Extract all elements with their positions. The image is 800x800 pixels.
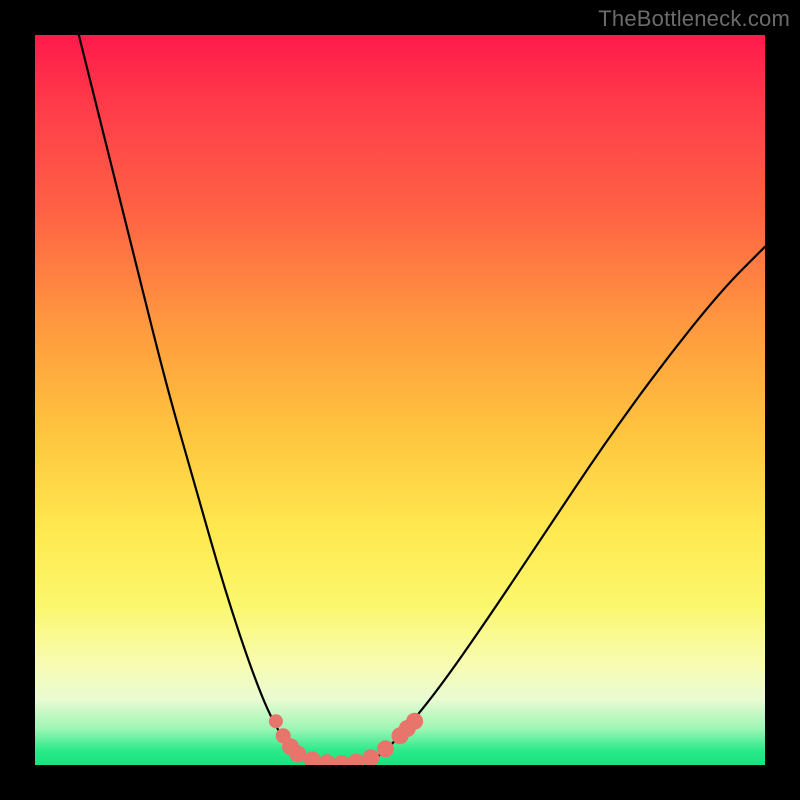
highlight-marker	[406, 713, 423, 730]
highlight-marker	[348, 754, 365, 765]
highlight-marker	[333, 755, 350, 765]
bottleneck-curve	[79, 35, 765, 765]
plot-area	[35, 35, 765, 765]
watermark-text: TheBottleneck.com	[598, 6, 790, 32]
chart-frame: TheBottleneck.com	[0, 0, 800, 800]
highlight-marker	[377, 740, 394, 757]
highlight-marker	[304, 751, 321, 765]
chart-svg	[35, 35, 765, 765]
highlight-marker	[269, 714, 283, 728]
highlight-marker	[289, 746, 306, 763]
highlight-marker	[362, 749, 379, 765]
curve-path	[79, 35, 765, 765]
highlight-marker	[319, 754, 336, 765]
highlight-markers	[269, 713, 423, 765]
